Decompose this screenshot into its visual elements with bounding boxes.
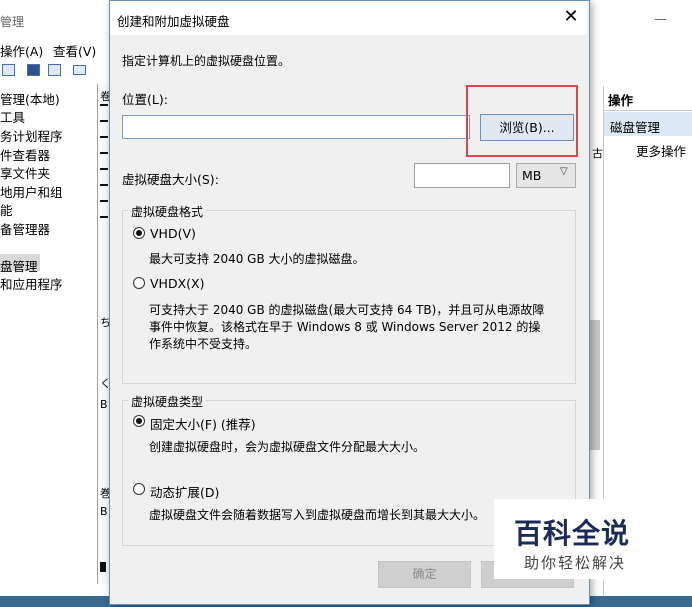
disk-row-fragment: B — [100, 505, 108, 518]
type-group-title: 虚拟硬盘类型 — [128, 393, 207, 410]
close-icon[interactable]: ✕ — [561, 6, 581, 28]
ok-button[interactable]: 确定 — [378, 561, 471, 588]
fixed-size-radio[interactable] — [133, 415, 145, 427]
format-group-title: 虚拟硬盘格式 — [128, 203, 207, 220]
minimize-icon[interactable]: — — [654, 12, 667, 27]
vhd-radio[interactable] — [133, 227, 145, 239]
list-row-line — [100, 120, 108, 122]
tree-item-performance[interactable]: 能 — [0, 200, 13, 219]
disk-row-fragment: B — [100, 398, 108, 411]
intro-text: 指定计算机上的虚拟硬盘位置。 — [122, 54, 291, 68]
tree-item-tools[interactable]: 工具 — [0, 107, 25, 126]
list-row-line — [100, 104, 108, 106]
dynamic-radio[interactable] — [133, 483, 145, 495]
toolbar-list-icon[interactable] — [73, 65, 86, 75]
vhdx-radio[interactable] — [133, 277, 145, 289]
size-input[interactable] — [414, 163, 510, 188]
tree-item-shared-folders[interactable]: 享文件夹 — [0, 163, 50, 182]
watermark-subtitle: 助你轻松解决 — [524, 554, 627, 572]
fixed-size-description: 创建虚拟硬盘时，会为虚拟硬盘文件分配最大大小。 — [149, 440, 426, 454]
actions-disk-management[interactable]: 磁盘管理 — [610, 117, 660, 136]
tree-item-root[interactable]: 管理(本地) — [0, 89, 60, 108]
location-label: 位置(L): — [122, 92, 168, 107]
vhd-description: 最大可支持 2040 GB 大小的虚拟磁盘。 — [149, 252, 365, 266]
right-edge-fragment: 古 — [592, 147, 603, 160]
highlight-box — [466, 85, 578, 157]
dynamic-description: 虚拟硬盘文件会随着数据写入到虚拟硬盘而增长到其最大大小。 — [149, 508, 486, 522]
vhd-label[interactable]: VHD(V) — [150, 226, 196, 241]
list-row-line — [100, 184, 108, 186]
list-row-line — [100, 152, 108, 154]
size-label: 虚拟硬盘大小(S): — [122, 172, 219, 187]
legend-swatch — [100, 562, 106, 572]
list-row-line — [100, 136, 108, 138]
help-icon[interactable] — [27, 64, 40, 76]
unit-value: MB — [522, 168, 542, 183]
bg-window-title: 管理 — [0, 15, 25, 29]
vhdx-description-2: 事件中恢复。该格式在早于 Windows 8 或 Windows Server … — [149, 320, 541, 334]
vhdx-label[interactable]: VHDX(X) — [150, 276, 204, 291]
toolbar-panel-icon[interactable] — [48, 64, 61, 76]
tree-item-event-viewer[interactable]: 件查看器 — [0, 145, 50, 164]
tree-item-local-users[interactable]: 地用户和组 — [0, 182, 63, 201]
dialog-title: 创建和附加虚拟硬盘 — [117, 14, 230, 29]
tree-item-services-apps[interactable]: 和应用程序 — [0, 274, 63, 293]
tree-item-disk-management[interactable]: 盘管理 — [0, 256, 38, 275]
menu-action[interactable]: 操作(A) — [0, 41, 43, 60]
actions-title: 操作 — [608, 93, 634, 108]
watermark-title: 百科全说 — [514, 517, 631, 550]
tree-item-task-scheduler[interactable]: 务计划程序 — [0, 126, 63, 145]
list-row-line — [100, 200, 108, 202]
vhdx-description-1: 可支持大于 2040 GB 的虚拟磁盘(最大可支持 64 TB)，并且可从电源故… — [149, 303, 545, 317]
actions-more[interactable]: 更多操作 — [636, 141, 686, 160]
list-row-line — [100, 216, 108, 218]
chevron-down-icon: ▽ — [560, 166, 568, 177]
vhdx-description-3: 作系统中不受支持。 — [149, 337, 258, 351]
dynamic-label[interactable]: 动态扩展(D) — [150, 482, 219, 501]
toolbar-grid-icon[interactable] — [2, 64, 15, 76]
fixed-size-label[interactable]: 固定大小(F) (推荐) — [150, 414, 256, 433]
location-input[interactable] — [122, 115, 470, 139]
list-row-line — [100, 168, 108, 170]
scrollbar-thumb[interactable] — [590, 320, 600, 450]
menu-view[interactable]: 查看(V) — [53, 41, 96, 60]
tree-item-device-manager[interactable]: 备管理器 — [0, 219, 50, 238]
